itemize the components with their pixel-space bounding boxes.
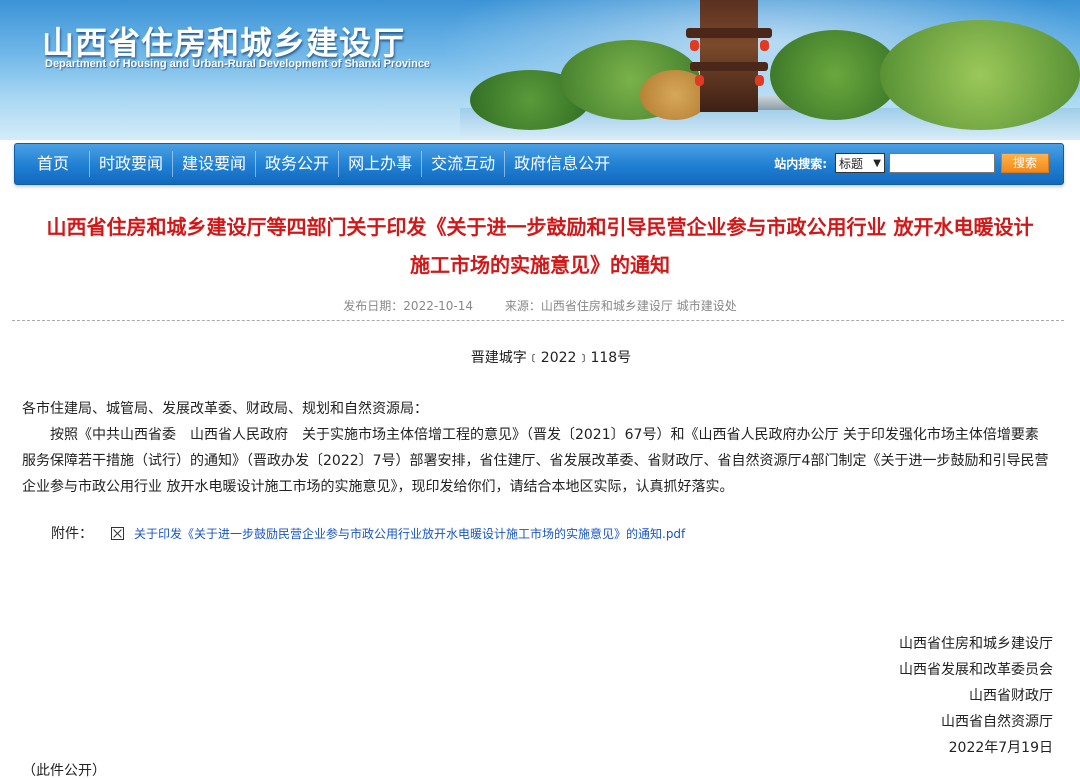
nav-item-government-affairs[interactable]: 政务公开 [256, 144, 338, 184]
banner-lantern [755, 75, 764, 86]
banner-pagoda [686, 0, 772, 112]
salutation: 各市住建局、城管局、发展改革委、财政局、规划和自然资源局： [22, 401, 428, 417]
broken-file-icon [111, 526, 124, 540]
article-source: 来源：山西省住房和城乡建设厅 城市建设处 [504, 299, 737, 313]
nav-item-home[interactable]: 首页 [25, 144, 89, 184]
article-meta: 发布日期：2022-10-14 来源：山西省住房和城乡建设厅 城市建设处 [0, 297, 1080, 314]
disclosure-note: （此件公开） [22, 763, 106, 779]
dashed-divider [12, 320, 1064, 321]
signature-line: 山西省发展和改革委员会 [899, 662, 1053, 678]
nav-item-gov-info-disclosure[interactable]: 政府信息公开 [505, 144, 619, 184]
body-paragraph: 按照《中共山西省委 山西省人民政府 关于实施市场主体倍增工程的意见》（晋发〔20… [22, 427, 1049, 495]
attachment-link[interactable]: 关于印发《关于进一步鼓励民营企业参与市政公用行业放开水电暖设计施工市场的实施意见… [134, 525, 685, 542]
article-title-line1: 山西省住房和城乡建设厅等四部门关于印发《关于进一步鼓励和引导民营企业参与市政公用… [46, 215, 1034, 239]
signature-date: 2022年7月19日 [948, 740, 1053, 756]
nav-item-online-services[interactable]: 网上办事 [339, 144, 421, 184]
signature-line: 山西省住房和城乡建设厅 [899, 636, 1053, 652]
attachment-row: 附件： 关于印发《关于进一步鼓励民营企业参与市政公用行业放开水电暖设计施工市场的… [51, 523, 685, 543]
nav-menu: 首页 时政要闻 建设要闻 政务公开 网上办事 交流互动 政府信息公开 [25, 144, 619, 184]
banner-tree [880, 20, 1080, 130]
search-button[interactable]: 搜索 [1001, 153, 1049, 173]
attachment-label: 附件： [51, 526, 93, 542]
site-search: 站内搜索: 标题 ▼ 搜索 [774, 153, 1049, 173]
search-input[interactable] [889, 153, 995, 173]
publish-date: 发布日期：2022-10-14 [343, 299, 474, 313]
nav-item-interaction[interactable]: 交流互动 [422, 144, 504, 184]
article-body: 各市住建局、城管局、发展改革委、财政局、规划和自然资源局： 按照《中共山西省委 … [22, 396, 1052, 500]
signature-line: 山西省财政厅 [969, 688, 1053, 704]
main-nav: 首页 时政要闻 建设要闻 政务公开 网上办事 交流互动 政府信息公开 站内搜索:… [14, 143, 1064, 185]
signature-line: 山西省自然资源厅 [941, 714, 1053, 730]
article-title: 山西省住房和城乡建设厅等四部门关于印发《关于进一步鼓励和引导民营企业参与市政公用… [15, 208, 1065, 284]
banner-lantern [695, 75, 704, 86]
nav-item-construction-news[interactable]: 建设要闻 [173, 144, 255, 184]
search-field-select[interactable]: 标题 ▼ [835, 153, 885, 173]
signature-block: 山西省住房和城乡建设厅 山西省发展和改革委员会 山西省财政厅 山西省自然资源厅 … [899, 631, 1053, 761]
site-subtitle: Department of Housing and Urban-Rural De… [45, 58, 431, 70]
document-number: 晋建城字﹝2022﹞118号 [470, 350, 632, 366]
banner-lantern [690, 40, 699, 51]
banner-lantern [760, 40, 769, 51]
site-banner: 山西省住房和城乡建设厅 Department of Housing and Ur… [0, 0, 1080, 140]
search-label: 站内搜索: [774, 156, 827, 171]
chevron-down-icon: ▼ [873, 157, 881, 169]
search-select-value: 标题 [839, 156, 864, 171]
nav-item-political-news[interactable]: 时政要闻 [90, 144, 172, 184]
article-title-line2: 施工市场的实施意见》的通知 [410, 253, 670, 277]
